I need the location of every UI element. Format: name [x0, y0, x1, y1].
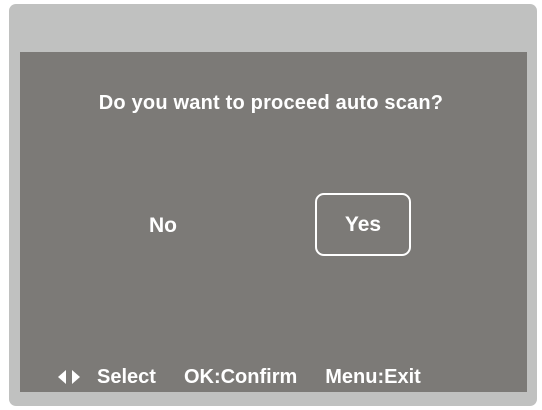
confirm-hint: OK:Confirm — [183, 365, 298, 388]
no-button[interactable]: No — [130, 210, 196, 242]
left-right-arrows-icon — [58, 370, 80, 384]
dialog-question: Do you want to proceed auto scan? — [98, 92, 444, 114]
select-hint: Select — [97, 365, 156, 388]
footer-hints: Select OK:Confirm Menu:Exit — [58, 364, 421, 390]
yes-button[interactable]: Yes — [315, 193, 411, 256]
exit-hint: Menu:Exit — [325, 365, 421, 388]
